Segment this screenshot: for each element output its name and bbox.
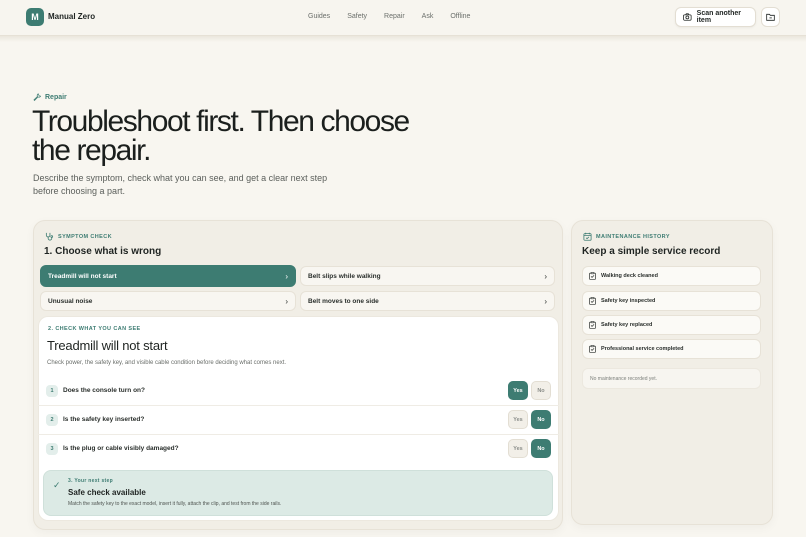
nav-safety[interactable]: Safety	[347, 13, 367, 20]
chevron-right-icon: ›	[285, 271, 288, 281]
nav-offline[interactable]: Offline	[450, 13, 470, 20]
nav-repair[interactable]: Repair	[384, 13, 405, 20]
symptom-option-unusual-noise[interactable]: Unusual noise ›	[40, 291, 296, 311]
scan-button-label: Scan another item	[696, 10, 742, 24]
stethoscope-icon	[45, 232, 54, 241]
question-text: Is the safety key inserted?	[63, 416, 145, 423]
question-row: 2 Is the safety key inserted? Yes No	[38, 406, 559, 434]
next-step-description: Match the safety key to the exact model,…	[68, 501, 282, 507]
answer-no-button[interactable]: No	[531, 381, 551, 400]
answer-no-button[interactable]: No	[531, 410, 551, 429]
symptom-check-title: 1. Choose what is wrong	[44, 246, 162, 257]
folder-icon	[766, 13, 775, 21]
brand-name[interactable]: Manual Zero	[48, 12, 95, 21]
checkmark-icon: ✓	[53, 480, 61, 490]
symptom-option-belt-moves[interactable]: Belt moves to one side ›	[300, 291, 555, 311]
maintenance-history-title: Keep a simple service record	[582, 246, 721, 257]
question-row: 3 Is the plug or cable visibly damaged? …	[38, 435, 559, 463]
symptom-option-belt-slips[interactable]: Belt slips while walking ›	[300, 266, 555, 286]
saved-manuals-button[interactable]	[761, 7, 780, 27]
history-item-label: Safety key replaced	[601, 322, 653, 328]
chevron-right-icon: ›	[285, 296, 288, 306]
answer-yes-button[interactable]: Yes	[508, 381, 528, 400]
maintenance-history-label-text: Maintenance history	[596, 233, 670, 240]
history-item-label: Safety key inspected	[601, 298, 656, 304]
symptom-option-label: Unusual noise	[48, 297, 93, 305]
logo-mark[interactable]: M	[26, 8, 44, 26]
eyebrow-label: Repair	[45, 93, 67, 101]
answer-yes-button[interactable]: Yes	[508, 410, 528, 429]
nav-ask[interactable]: Ask	[422, 13, 434, 20]
header-shadow	[0, 36, 806, 42]
main-nav: Guides Safety Repair Ask Offline	[308, 13, 487, 20]
history-item[interactable]: Safety key replaced	[582, 315, 761, 335]
history-item[interactable]: Walking deck cleaned	[582, 266, 761, 286]
clipboard-icon	[589, 321, 596, 329]
answer-yes-button[interactable]: Yes	[508, 439, 528, 458]
next-step-title: Safe check available	[68, 488, 146, 497]
clipboard-icon	[589, 345, 596, 353]
history-item[interactable]: Safety key inspected	[582, 291, 761, 311]
calendar-icon	[583, 232, 592, 241]
camera-icon	[683, 13, 692, 21]
chevron-right-icon: ›	[544, 296, 547, 306]
next-step-label: 3. Your next step	[68, 478, 113, 484]
symptom-check-label-text: Symptom check	[58, 233, 112, 240]
history-empty-state: No maintenance recorded yet.	[582, 368, 761, 389]
wrench-icon	[33, 93, 41, 101]
symptom-check-label: Symptom check	[45, 232, 112, 241]
question-text: Does the console turn on?	[63, 387, 145, 394]
history-item[interactable]: Professional service completed	[582, 339, 761, 359]
answer-no-button[interactable]: No	[531, 439, 551, 458]
history-item-label: Walking deck cleaned	[601, 273, 658, 279]
symptom-option-label: Treadmill will not start	[48, 272, 117, 280]
check-description: Check power, the safety key, and visible…	[47, 360, 287, 366]
question-text: Is the plug or cable visibly damaged?	[63, 445, 179, 452]
history-item-label: Professional service completed	[601, 346, 684, 352]
clipboard-icon	[589, 272, 596, 280]
chevron-right-icon: ›	[544, 271, 547, 281]
maintenance-history-label: Maintenance history	[583, 232, 670, 241]
symptom-option-label: Belt moves to one side	[308, 297, 379, 305]
symptom-option-not-start[interactable]: Treadmill will not start ›	[40, 265, 296, 287]
question-number: 2	[46, 414, 58, 426]
question-number: 1	[46, 385, 58, 397]
page-title: Troubleshoot first. Then choose the repa…	[32, 105, 410, 167]
nav-guides[interactable]: Guides	[308, 13, 330, 20]
clipboard-icon	[589, 297, 596, 305]
page-subtitle: Describe the symptom, check what you can…	[33, 173, 328, 196]
check-label: 2. Check what you can see	[48, 326, 141, 332]
repair-eyebrow: Repair	[33, 93, 67, 101]
next-step-card: ✓ 3. Your next step Safe check available…	[43, 470, 553, 516]
symptom-option-label: Belt slips while walking	[308, 272, 381, 280]
check-title: Treadmill will not start	[47, 338, 168, 353]
question-number: 3	[46, 443, 58, 455]
scan-another-item-button[interactable]: Scan another item	[675, 7, 756, 27]
question-row: 1 Does the console turn on? Yes No	[38, 377, 559, 405]
